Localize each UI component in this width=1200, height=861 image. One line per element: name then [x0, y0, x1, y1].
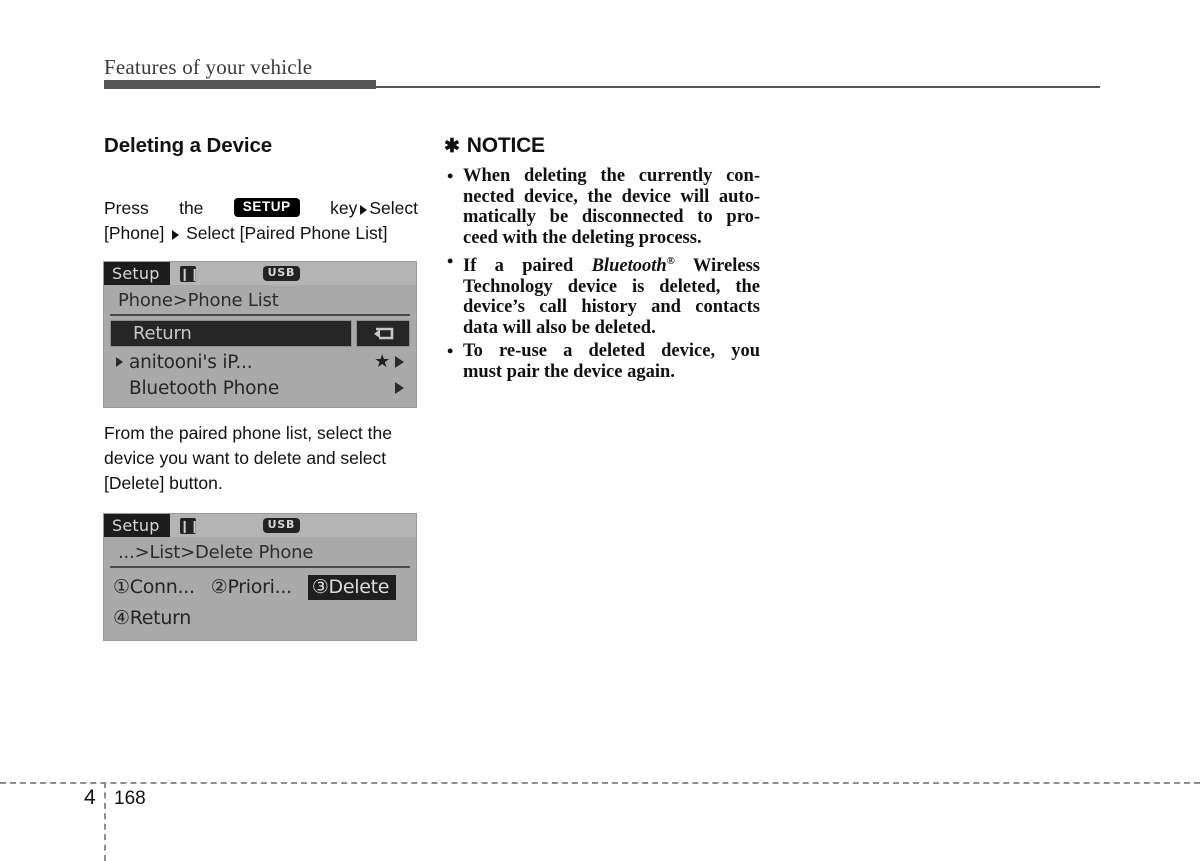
notice-asterisk-icon: ✱: [444, 136, 460, 157]
lcd2-tab-label: Setup: [104, 514, 170, 537]
caption-paragraph: From the paired phone list, select the d…: [104, 421, 418, 496]
notice-3-line-1: To re-use a deleted device, you: [463, 341, 760, 362]
lcd1-bluetooth-phone-row[interactable]: Bluetooth Phone: [110, 375, 410, 401]
notice-3-line-2: must pair the device again.: [463, 361, 675, 382]
lcd1-device-label: anitooni's iP...: [129, 351, 253, 373]
header-rule-thin: [376, 86, 1100, 88]
notice-2-post: Wireless: [674, 256, 760, 277]
lcd2-menu-item-connect[interactable]: ①Conn...: [113, 576, 195, 598]
lcd1-breadcrumb: Phone>Phone List: [110, 287, 410, 316]
section-title: Deleting a Device: [104, 134, 273, 157]
notice-bullet-list: • When deleting the currently con- necte…: [444, 166, 760, 382]
favorite-star-icon: ★: [374, 351, 390, 372]
notice-bullet-2: • If a paired Bluetooth® Wireless Techno…: [444, 251, 760, 338]
bullet-dot: •: [447, 166, 454, 186]
row-bullet-triangle-icon: [116, 357, 123, 367]
registered-mark: ®: [666, 255, 675, 267]
step-word-key: key: [330, 198, 358, 218]
bullet-dot-2: •: [447, 251, 454, 271]
lcd1-tab-label: Setup: [104, 262, 170, 285]
lcd2-body: ①Conn... ②Priori... ③Delete ④Return: [104, 568, 416, 640]
left-column: Deleting a Device Press the SETUP key Se…: [104, 134, 418, 654]
lcd-screenshot-phone-list: Setup ❙❙ USB Phone>Phone List Return ani…: [104, 262, 416, 407]
notice-1-line-4: ceed with the deleting process.: [463, 227, 702, 248]
header-rule-thick: [104, 80, 376, 89]
lcd2-menu-item-delete[interactable]: ③Delete: [307, 574, 397, 600]
row-arrow-triangle-icon-2: [395, 382, 404, 394]
lcd2-titlebar: Setup ❙❙ USB: [104, 514, 416, 537]
step-phone-token: [Phone]: [104, 223, 165, 243]
notice-bullet-1: • When deleting the currently con- necte…: [444, 166, 760, 248]
return-arrow-icon[interactable]: [356, 320, 410, 347]
page-number: 168: [114, 788, 146, 809]
lcd2-menu-row-1: ①Conn... ②Priori... ③Delete: [110, 572, 410, 602]
bluetooth-wordmark: Bluetooth: [591, 256, 667, 277]
manual-page: Features of your vehicle Deleting a Devi…: [0, 0, 1200, 861]
lcd2-menu-row-2: ④Return: [110, 602, 410, 634]
step-word-press: Press: [104, 198, 149, 218]
setup-key-badge[interactable]: SETUP: [233, 198, 300, 217]
lcd1-return-row[interactable]: Return: [110, 320, 410, 347]
usb-badge-2: USB: [262, 517, 301, 534]
step-word-select-2: Select [Paired Phone List]: [186, 223, 388, 243]
running-header-title: Features of your vehicle: [104, 55, 313, 79]
notice-1-line-2: nected device, the device will auto-: [463, 186, 760, 207]
notice-heading: ✱ NOTICE: [444, 134, 760, 158]
lcd1-device-row[interactable]: anitooni's iP... ★: [110, 349, 410, 375]
notice-1-line-3: matically be disconnected to pro-: [463, 207, 760, 227]
crop-mark-vertical: [104, 782, 106, 861]
bluetooth-icon: ❙❙: [179, 265, 200, 282]
lcd2-menu-item-priority[interactable]: ②Priori...: [211, 576, 292, 598]
notice-2-line-3: device’s call history and contacts: [463, 297, 760, 318]
step-arrow-icon: [360, 204, 368, 215]
lcd2-menu-item-return[interactable]: ④Return: [113, 607, 191, 629]
lcd1-return-label[interactable]: Return: [110, 320, 352, 347]
step-word-select-1: Select: [369, 198, 418, 218]
step-word-the: the: [179, 198, 204, 218]
caption-line-1: From the paired phone list, select the: [104, 423, 392, 443]
crop-mark-horizontal: [0, 782, 1200, 784]
step-arrow-icon-2: [172, 230, 180, 240]
usb-badge: USB: [262, 265, 301, 282]
bluetooth-icon-2: ❙❙: [179, 517, 200, 534]
notice-title: NOTICE: [466, 134, 545, 157]
notice-2-line-4: data will also be deleted.: [463, 317, 656, 338]
lcd2-breadcrumb: ...>List>Delete Phone: [110, 539, 410, 568]
chapter-number: 4: [84, 786, 96, 809]
notice-2-line-2: Technology device is deleted, the: [463, 276, 760, 297]
lcd-screenshot-delete-phone: Setup ❙❙ USB ...>List>Delete Phone ①Conn…: [104, 514, 416, 640]
row-arrow-triangle-icon: [395, 356, 404, 368]
lcd1-bluetooth-phone-label: Bluetooth Phone: [129, 377, 279, 399]
lcd1-titlebar: Setup ❙❙ USB: [104, 262, 416, 285]
bullet-dot-3: •: [447, 341, 454, 362]
lcd1-body: Return anitooni's iP... ★ Bluetooth Phon…: [104, 316, 416, 407]
caption-line-2: device you want to delete and select: [104, 448, 387, 468]
step-instructions: Press the SETUP key Select [Phone] Selec…: [104, 196, 418, 246]
caption-line-3: [Delete] button.: [104, 473, 223, 493]
notice-1-line-1: When deleting the currently con-: [463, 166, 760, 186]
notice-2-line-1: If a paired Bluetooth® Wireless: [463, 251, 760, 277]
notice-bullet-3: • To re-use a deleted device, you must p…: [444, 341, 760, 382]
notice-2-pre: If a paired: [463, 256, 592, 277]
right-column: ✱ NOTICE • When deleting the currently c…: [444, 134, 760, 385]
